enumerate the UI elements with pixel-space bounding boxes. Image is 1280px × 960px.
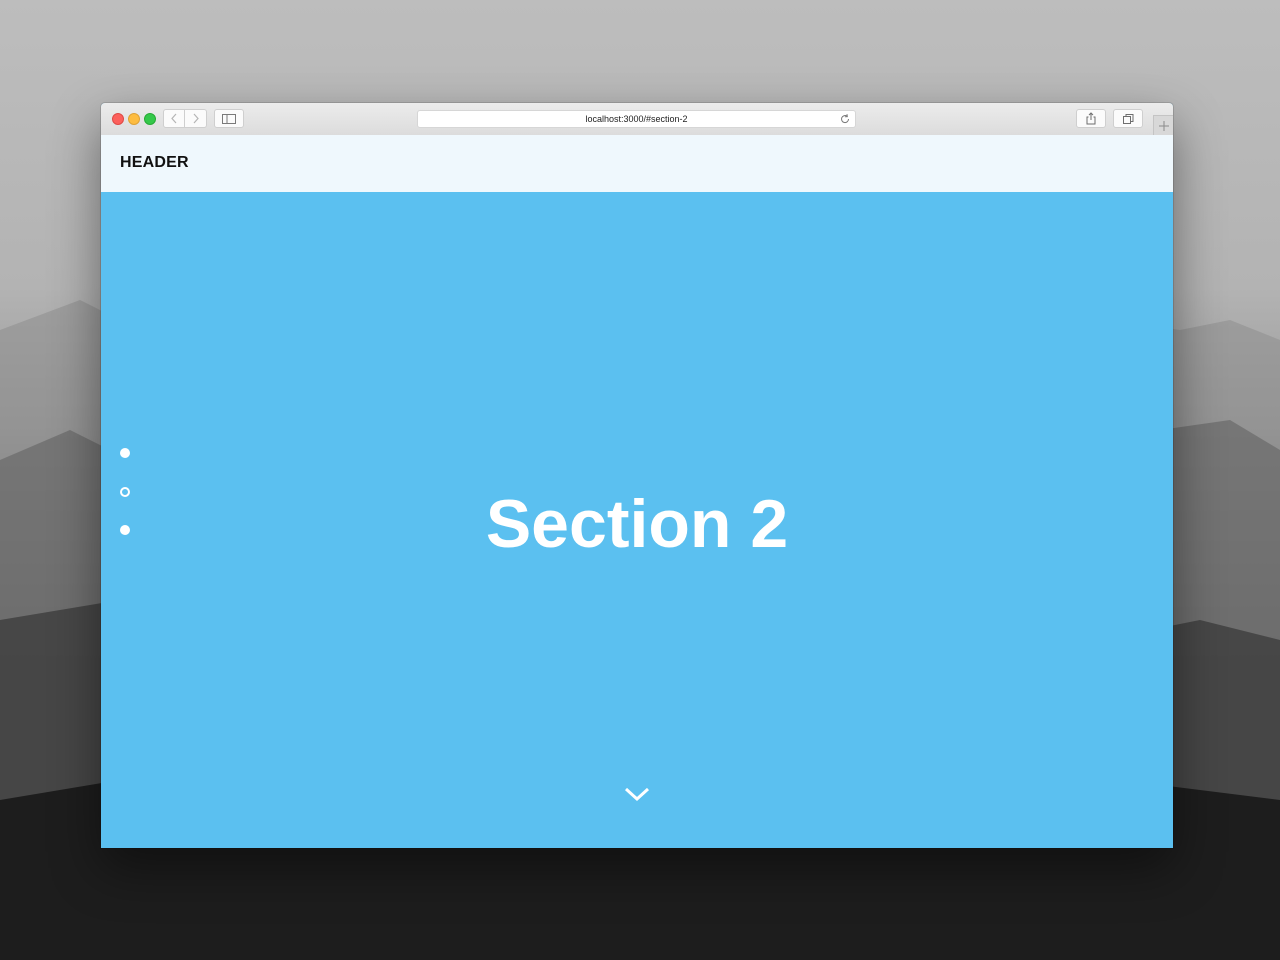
url-text: localhost:3000/#section-2: [585, 114, 688, 124]
desktop-background: localhost:3000/#section-2 HEADER Section…: [0, 0, 1280, 960]
chevron-down-icon[interactable]: [623, 784, 651, 804]
chevron-right-icon: [193, 113, 199, 124]
site-logo[interactable]: HEADER: [120, 154, 189, 172]
browser-window: localhost:3000/#section-2 HEADER Section…: [101, 103, 1173, 848]
chevron-left-icon: [171, 113, 177, 124]
nav-dot-section-3[interactable]: [120, 525, 130, 535]
maximize-window-button[interactable]: [144, 113, 156, 125]
section-title: Section 2: [485, 486, 789, 562]
site-header: HEADER: [101, 135, 1173, 192]
forward-button[interactable]: [185, 109, 207, 128]
close-window-button[interactable]: [112, 113, 124, 125]
nav-dot-section-1[interactable]: [120, 448, 130, 458]
tabs-overview-button[interactable]: [1113, 109, 1143, 128]
section-2: Section 2: [101, 192, 1173, 848]
nav-dot-section-2[interactable]: [120, 487, 130, 497]
plus-icon: [1158, 120, 1169, 131]
back-button[interactable]: [163, 109, 185, 128]
browser-toolbar: localhost:3000/#section-2: [101, 103, 1173, 136]
sidebar-icon: [222, 113, 236, 124]
minimize-window-button[interactable]: [128, 113, 140, 125]
tabs-overview-icon: [1122, 113, 1133, 124]
reload-icon[interactable]: [839, 113, 851, 125]
address-bar[interactable]: localhost:3000/#section-2: [417, 110, 856, 128]
sidebar-toggle-button[interactable]: [214, 109, 244, 128]
share-button[interactable]: [1076, 109, 1106, 128]
new-tab-button[interactable]: [1153, 115, 1173, 135]
share-icon: [1086, 112, 1096, 125]
